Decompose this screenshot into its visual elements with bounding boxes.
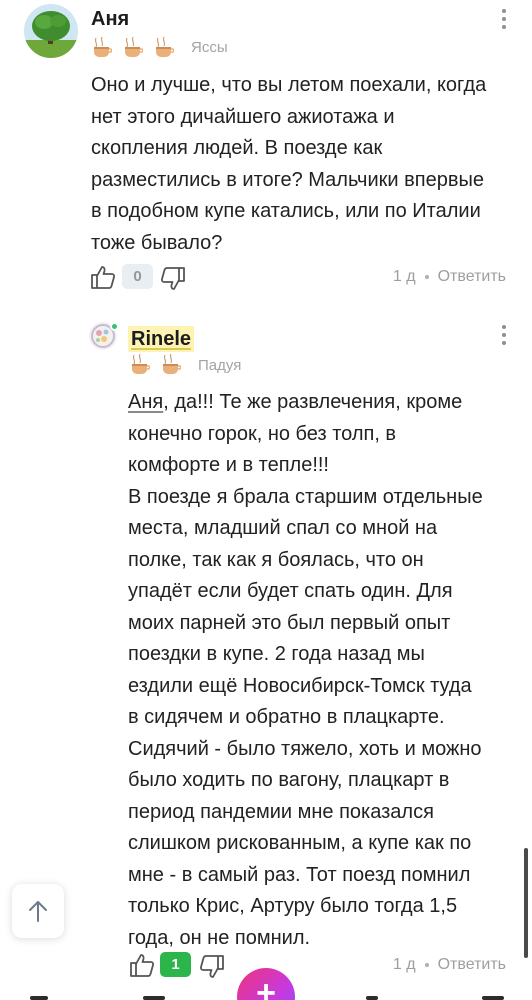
scrollbar[interactable]	[524, 848, 528, 958]
separator-dot	[424, 275, 429, 279]
nav-item-profile[interactable]	[482, 996, 504, 1000]
comment-body: , да!!! Те же развлечения, кроме конечно…	[128, 391, 483, 949]
more-vertical-icon[interactable]	[500, 325, 508, 345]
nav-item-notifications[interactable]	[366, 996, 378, 1000]
coffee-cup-icon	[130, 353, 151, 375]
separator-dot	[424, 963, 429, 967]
like-count: 0	[122, 264, 153, 289]
badge-list	[130, 353, 182, 375]
avatar[interactable]	[24, 4, 78, 58]
badge-list	[92, 36, 175, 58]
comment-author[interactable]: Аня	[91, 8, 129, 31]
coffee-cup-icon	[154, 36, 175, 58]
thumb-down-icon[interactable]	[198, 953, 226, 981]
thumb-up-icon[interactable]	[89, 263, 117, 291]
thumb-up-icon[interactable]	[128, 951, 156, 979]
more-vertical-icon[interactable]	[500, 9, 508, 29]
comment-time: 1 д	[392, 956, 416, 973]
reply-button[interactable]: Ответить	[438, 956, 506, 974]
bottom-nav	[0, 996, 532, 1000]
scroll-to-top-button[interactable]	[12, 884, 64, 938]
coffee-cup-icon	[123, 36, 144, 58]
like-count: 1	[160, 952, 191, 977]
comment-meta: 1 д Ответить	[393, 956, 506, 974]
user-rank: Яссы	[191, 39, 228, 56]
reply-button[interactable]: Ответить	[438, 268, 506, 286]
arrow-up-icon	[29, 901, 47, 922]
coffee-cup-icon	[161, 353, 182, 375]
nav-item-search[interactable]	[143, 996, 165, 1000]
nav-item-home[interactable]	[30, 996, 48, 1000]
user-rank: Падуя	[198, 357, 242, 374]
comment-text: Аня, да!!! Те же развлечения, кроме коне…	[128, 387, 513, 954]
comment-actions: 0 1 д Ответить	[0, 260, 532, 294]
comment-author[interactable]: Rinele	[128, 326, 195, 352]
coffee-cup-icon	[92, 36, 113, 58]
thumb-down-icon[interactable]	[159, 265, 187, 293]
comment-time: 1 д	[392, 268, 416, 285]
online-indicator	[110, 322, 119, 331]
mention-link[interactable]: Аня	[128, 391, 163, 413]
comment-meta: 1 д Ответить	[393, 268, 506, 286]
comment-text: Оно и лучше, что вы летом поехали, когда…	[91, 74, 487, 254]
